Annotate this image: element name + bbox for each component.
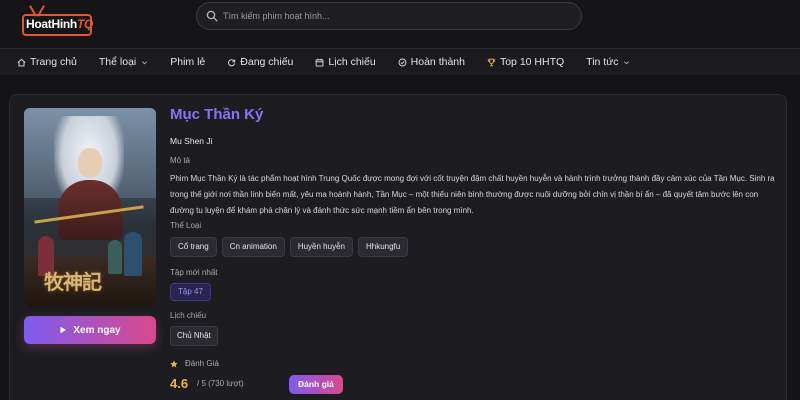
nav-label: Thể loại	[98, 56, 137, 68]
trophy-icon	[487, 58, 496, 66]
nav-item-news[interactable]: Tin tức	[586, 56, 630, 68]
genre-chip[interactable]: Cổ trang	[170, 237, 217, 257]
main-nav: Trang chủ Thể loại Phim lẻ Đang chiếu Lị…	[0, 48, 800, 75]
movie-description: Phim Mục Thần Ký là tác phẩm hoạt hình T…	[170, 174, 775, 215]
nav-item-movies[interactable]: Phim lẻ	[170, 56, 205, 68]
refresh-icon	[228, 58, 236, 66]
poster-title-calligraphy: 牧神記	[44, 270, 102, 294]
original-title: Mu Shen Ji	[170, 136, 213, 146]
movie-detail-card: 牧神記 Xem ngay Mục Thần Ký Mu Shen Ji Mô t…	[9, 94, 787, 400]
poster-character-face	[78, 148, 102, 178]
genre-chip[interactable]: Huyền huyễn	[289, 237, 353, 257]
nav-label: Hoàn thành	[410, 56, 465, 68]
nav-label: Top 10 HHTQ	[499, 56, 565, 68]
nav-item-top10[interactable]: Top 10 HHTQ	[487, 56, 564, 68]
rating-label: Đánh Giá	[185, 359, 219, 368]
nav-label: Lịch chiếu	[328, 56, 376, 68]
logo-text: HoatHinhTQ	[26, 17, 94, 31]
nav-item-home[interactable]: Trang chủ	[17, 56, 77, 68]
check-circle-icon	[398, 58, 407, 66]
home-icon	[17, 58, 26, 66]
description-label: Mô tả	[170, 156, 191, 165]
nav-label: Phim lẻ	[170, 56, 206, 68]
genre-label: Thể Loại	[170, 221, 202, 230]
genre-chip[interactable]: Cn animation	[221, 237, 285, 257]
movie-poster[interactable]: 牧神記	[24, 108, 156, 307]
nav-item-airing[interactable]: Đang chiếu	[227, 56, 293, 68]
nav-item-genres[interactable]: Thể loại	[99, 56, 148, 68]
latest-episode-badge[interactable]: Tập 47	[170, 283, 211, 301]
calendar-icon	[316, 58, 324, 67]
watch-now-button[interactable]: Xem ngay	[24, 316, 156, 344]
top-header: HoatHinhTQ	[0, 0, 800, 48]
nav-item-completed[interactable]: Hoàn thành	[398, 56, 465, 68]
site-logo[interactable]: HoatHinhTQ	[22, 5, 102, 41]
rating-header: Đánh Giá	[170, 359, 219, 368]
rating-count: / 5 (730 lượt)	[197, 379, 244, 388]
nav-label: Tin tức	[586, 56, 619, 68]
chevron-down-icon	[624, 60, 630, 64]
watch-now-label: Xem ngay	[73, 324, 121, 336]
search-icon	[206, 10, 218, 22]
nav-item-schedule[interactable]: Lịch chiếu	[315, 56, 376, 68]
rate-button[interactable]: Đánh giá	[289, 375, 343, 394]
schedule-day-chip: Chủ Nhật	[170, 326, 218, 346]
latest-episode-label: Tập mới nhất	[170, 268, 218, 277]
movie-title: Mục Thần Ký	[170, 106, 264, 123]
chevron-down-icon	[142, 60, 148, 64]
rating-score: 4.6	[170, 376, 189, 391]
play-icon	[60, 326, 67, 334]
schedule-label: Lịch chiếu	[170, 311, 207, 320]
nav-label: Trang chủ	[30, 56, 77, 68]
star-icon	[170, 359, 178, 367]
search-bar[interactable]	[196, 2, 582, 30]
nav-label: Đang chiếu	[240, 56, 294, 68]
genre-chip[interactable]: Hhkungfu	[357, 237, 409, 257]
search-input[interactable]	[223, 3, 573, 29]
genre-list: Cổ trang Cn animation Huyền huyễn Hhkung…	[170, 237, 409, 257]
